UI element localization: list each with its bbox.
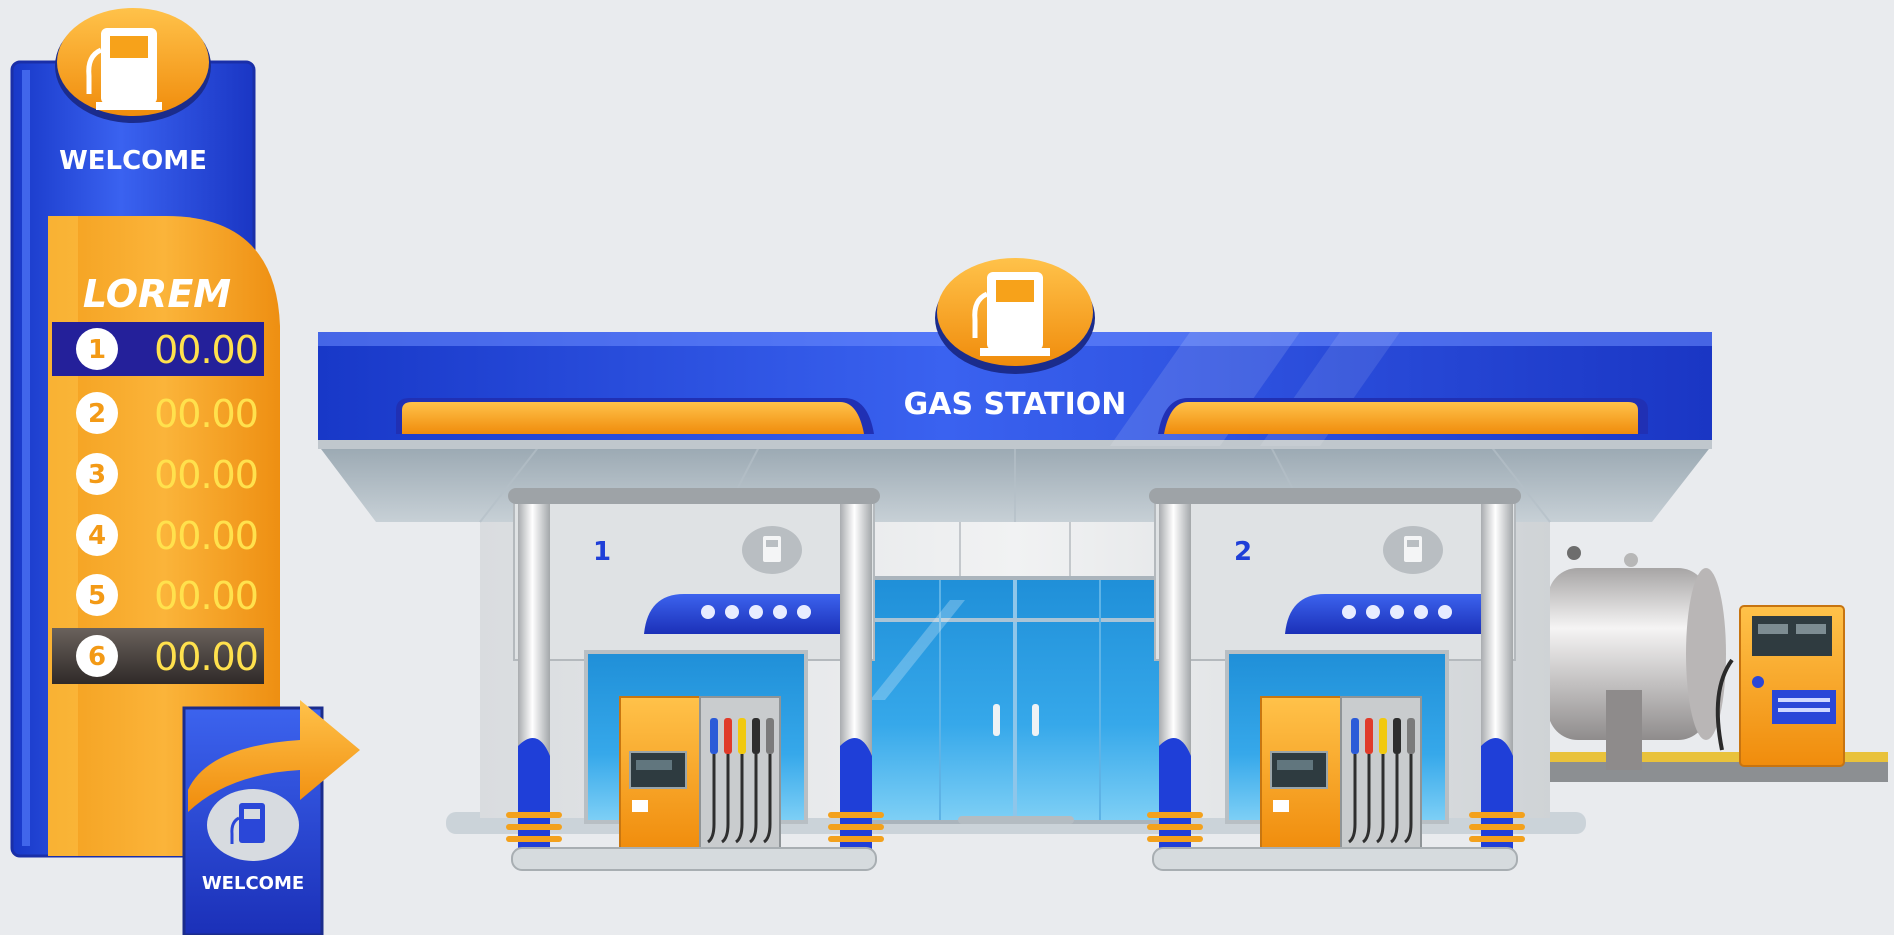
fuel-dispenser: [1260, 696, 1422, 852]
grade-number: 1: [88, 335, 106, 365]
fuel-pump-icon: [55, 8, 211, 123]
price-row: 4 00.00: [76, 514, 259, 558]
price-value: 00.00: [154, 574, 258, 618]
price-value: 00.00: [154, 453, 258, 497]
price-value: 00.00: [154, 635, 258, 679]
price-row: 2 00.00: [76, 392, 259, 436]
price-row: 1 00.00: [76, 328, 259, 372]
pylon-welcome-text: WELCOME: [59, 146, 207, 176]
price-value: 00.00: [154, 392, 258, 436]
fuel-pump-icon: [207, 789, 299, 861]
fuel-pump-icon: [1383, 526, 1443, 574]
bay-number: 1: [593, 537, 611, 567]
fuel-pump-icon: [935, 258, 1095, 374]
fuel-dispenser: [619, 696, 781, 852]
grade-number: 3: [88, 460, 106, 490]
price-value: 00.00: [154, 328, 258, 372]
price-pylon: WELCOME LOREM 1 00.002 00.003 00.004 00.005 0…: [10, 8, 360, 935]
bay-number: 2: [1234, 537, 1252, 567]
grade-number: 5: [88, 581, 106, 611]
small-welcome-sign: WELCOME: [182, 700, 360, 935]
price-value: 00.00: [154, 514, 258, 558]
price-row: 5 00.00: [76, 574, 259, 618]
side-fuel-dispenser: [1715, 605, 1845, 767]
gas-station-illustration: WELCOME LOREM 1 00.002 00.003 00.004 00.005 0…: [10, 8, 1888, 935]
gas-station-building: GAS STATION 1 2: [318, 258, 1712, 871]
price-row: 3 00.00: [76, 453, 259, 497]
fuel-pump-icon: [742, 526, 802, 574]
small-sign-welcome-text: WELCOME: [202, 873, 304, 894]
grade-number: 2: [88, 399, 106, 429]
pylon-brand-text: LOREM: [83, 272, 231, 316]
grade-number: 6: [88, 642, 106, 672]
price-row: 6 00.00: [76, 635, 259, 679]
grade-number: 4: [88, 521, 106, 551]
canopy-title: GAS STATION: [904, 387, 1127, 422]
